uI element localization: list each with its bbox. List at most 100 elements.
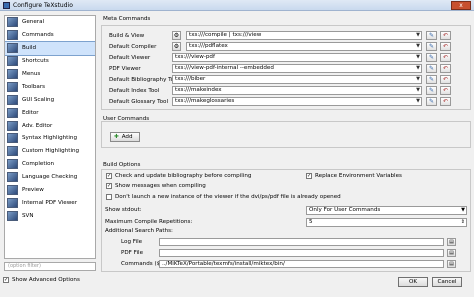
shortcuts-icon xyxy=(7,56,18,67)
sidebar-item[interactable]: Language Checking xyxy=(5,171,95,184)
pdf-browse-icon[interactable]: ▤ xyxy=(447,249,456,257)
dont-launch-viewer-checkbox[interactable]: Don't launch a new instance of the viewe… xyxy=(106,194,341,200)
meta-command-label: Default Compiler xyxy=(109,44,157,50)
sidebar-item[interactable]: Editor xyxy=(5,106,95,119)
meta-command-label: PDF Viewer xyxy=(109,66,141,72)
preview-icon xyxy=(7,185,18,196)
sidebar-item[interactable]: Preview xyxy=(5,184,95,197)
log-file-label: Log File xyxy=(121,239,143,245)
settings-category-list: General Commands Build Shortcuts Menus Toolba… xyxy=(4,15,96,259)
show-stdout-value: Only For User Commands xyxy=(309,207,381,213)
pdf-file-input[interactable] xyxy=(159,249,444,257)
sidebar-item-label: Commands xyxy=(22,32,54,39)
add-label: Add xyxy=(121,134,133,140)
commands-icon xyxy=(7,30,18,41)
dont-launch-check-icon xyxy=(106,194,112,200)
sidebar-item-label: Syntax Highlighting xyxy=(22,135,78,142)
log-file-input[interactable] xyxy=(159,238,444,246)
title-bar: Configure TeXstudio x xyxy=(0,0,474,11)
sidebar-item[interactable]: General xyxy=(5,16,95,29)
build-icon xyxy=(7,43,18,54)
commands-browse-icon[interactable]: ▤ xyxy=(447,260,456,268)
show-stdout-select[interactable]: Only For User Commands ▼ xyxy=(306,206,467,215)
edit-icon[interactable]: ✎ xyxy=(426,86,437,95)
meta-command-label: Default Glossary Tool xyxy=(109,99,169,105)
sidebar-item-label: Custom Highlighting xyxy=(22,148,80,155)
completion-icon xyxy=(7,159,18,170)
sidebar-item[interactable]: GUI Scaling xyxy=(5,93,95,106)
sidebar-item[interactable]: Internal PDF Viewer xyxy=(5,196,95,209)
meta-command-combo[interactable]: txs:///makeglossaries ▼ xyxy=(172,97,422,106)
sidebar-item-label: GUI Scaling xyxy=(22,96,55,103)
wizard-icon[interactable]: ⚙ xyxy=(172,31,181,40)
sidebar-item[interactable]: Build xyxy=(5,40,95,56)
sidebar-item[interactable]: Adv. Editor xyxy=(5,119,95,132)
show-advanced-options-checkbox[interactable]: ✓ Show Advanced Options xyxy=(3,277,80,283)
add-icon: ✚ xyxy=(114,134,119,140)
revert-icon[interactable]: ↶ xyxy=(440,97,451,106)
show-messages-label: Show messages when compiling xyxy=(115,183,206,189)
sidebar-item[interactable]: Custom Highlighting xyxy=(5,145,95,158)
app-icon xyxy=(3,2,10,9)
meta-command-value: txs:///view-pdf-internal --embedded xyxy=(175,65,274,71)
option-filter-input[interactable]: (option filter) xyxy=(4,262,96,271)
meta-command-label: Default Viewer xyxy=(109,55,151,61)
revert-icon[interactable]: ↶ xyxy=(440,75,451,84)
sidebar-item[interactable]: Syntax Highlighting xyxy=(5,132,95,145)
sidebar-item[interactable]: SVN xyxy=(5,209,95,222)
show-messages-checkbox[interactable]: ✓ Show messages when compiling xyxy=(106,183,206,189)
edit-icon[interactable]: ✎ xyxy=(426,31,437,40)
replace-env-check-icon: ✓ xyxy=(306,173,312,179)
meta-command-combo[interactable]: txs:///compile | txs:///view ▼ xyxy=(186,31,422,40)
syntax-icon xyxy=(7,133,18,144)
meta-command-row: Default Glossary Tool txs:///makeglossari… xyxy=(102,97,470,107)
dont-launch-label: Don't launch a new instance of the viewe… xyxy=(115,194,341,200)
revert-icon[interactable]: ↶ xyxy=(440,86,451,95)
sidebar-item[interactable]: Commands xyxy=(5,29,95,42)
meta-command-row: Default Viewer txs:///view-pdf ▼ ✎ ↶ xyxy=(102,53,470,63)
sidebar-item[interactable]: Shortcuts xyxy=(5,55,95,68)
max-reps-value: 5 xyxy=(309,219,313,225)
check-bibliography-checkbox[interactable]: ✓ Check and update bibliography before c… xyxy=(106,173,251,179)
meta-command-combo[interactable]: txs:///pdflatex ▼ xyxy=(186,42,422,51)
sidebar-item-label: Completion xyxy=(22,161,55,168)
user-commands-group: ✚ Add xyxy=(101,121,471,148)
max-reps-spinbox[interactable]: 5 ⇕ xyxy=(306,218,467,227)
cancel-button[interactable]: Cancel xyxy=(432,277,462,287)
revert-icon[interactable]: ↶ xyxy=(440,42,451,51)
general-icon xyxy=(7,17,18,28)
chevron-down-icon: ▼ xyxy=(416,65,420,71)
wizard-icon[interactable]: ⚙ xyxy=(172,42,181,51)
meta-command-row: Default Compiler ⚙ txs:///pdflatex ▼ ✎ ↶ xyxy=(102,42,470,52)
sidebar-item[interactable]: Menus xyxy=(5,68,95,81)
edit-icon[interactable]: ✎ xyxy=(426,64,437,73)
sidebar-item[interactable]: Toolbars xyxy=(5,80,95,93)
chevron-down-icon: ▼ xyxy=(416,54,420,60)
sidebar-item-label: Preview xyxy=(22,187,44,194)
edit-icon[interactable]: ✎ xyxy=(426,53,437,62)
add-user-command-button[interactable]: ✚ Add xyxy=(110,132,140,142)
meta-command-combo[interactable]: txs:///view-pdf-internal --embedded ▼ xyxy=(172,64,422,73)
ok-button[interactable]: OK xyxy=(398,277,428,287)
revert-icon[interactable]: ↶ xyxy=(440,53,451,62)
sidebar-item-label: Build xyxy=(22,45,37,52)
meta-commands-title: Meta Commands xyxy=(103,16,151,22)
meta-command-row: PDF Viewer txs:///view-pdf-internal --emb… xyxy=(102,64,470,74)
edit-icon[interactable]: ✎ xyxy=(426,75,437,84)
close-button[interactable]: x xyxy=(451,1,471,10)
meta-command-combo[interactable]: txs:///makeindex ▼ xyxy=(172,86,422,95)
meta-command-combo[interactable]: txs:///view-pdf ▼ xyxy=(172,53,422,62)
revert-icon[interactable]: ↶ xyxy=(440,31,451,40)
commands-path-input[interactable]: ../MiKTeX/Portable/texmfs/install/miktex… xyxy=(159,260,444,268)
sidebar-item-label: Language Checking xyxy=(22,174,78,181)
revert-icon[interactable]: ↶ xyxy=(440,64,451,73)
meta-command-combo[interactable]: txs:///biber ▼ xyxy=(172,75,422,84)
sidebar-item[interactable]: Completion xyxy=(5,158,95,171)
show-stdout-label: Show stdout: xyxy=(105,207,142,213)
meta-command-value: txs:///biber xyxy=(175,76,206,82)
log-browse-icon[interactable]: ▤ xyxy=(447,238,456,246)
edit-icon[interactable]: ✎ xyxy=(426,42,437,51)
edit-icon[interactable]: ✎ xyxy=(426,97,437,106)
spinner-arrows-icon: ⇕ xyxy=(460,219,465,225)
replace-env-vars-checkbox[interactable]: ✓ Replace Environment Variables xyxy=(306,173,402,179)
